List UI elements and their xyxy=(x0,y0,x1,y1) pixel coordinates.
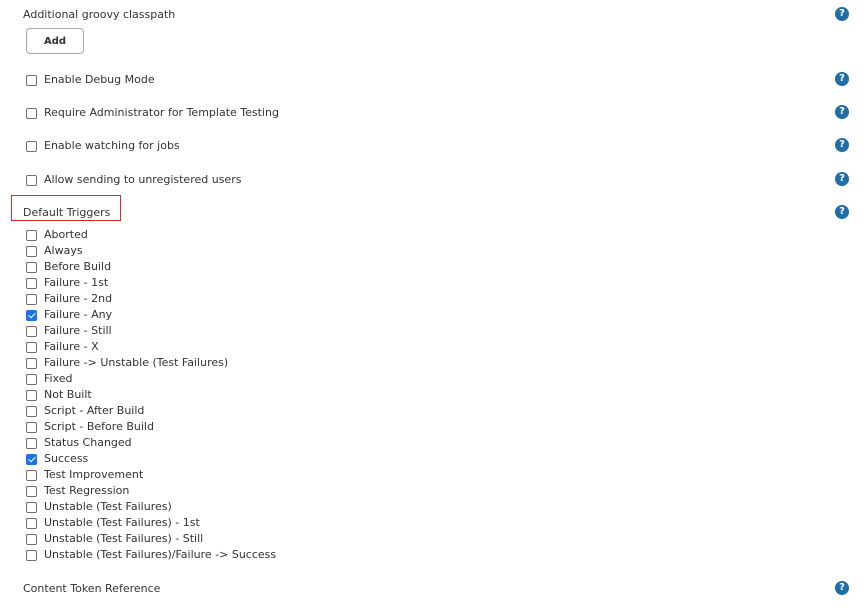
option-help-icon[interactable]: ? xyxy=(835,105,849,119)
trigger-checkbox[interactable] xyxy=(26,406,37,417)
groovy-classpath-label: Additional groovy classpath xyxy=(23,8,176,21)
trigger-label: Script - Before Build xyxy=(44,420,154,433)
trigger-label: Failure - X xyxy=(44,340,99,353)
trigger-checkbox[interactable] xyxy=(26,246,37,257)
trigger-label: Failure - 1st xyxy=(44,276,109,289)
option-checkbox[interactable] xyxy=(26,175,37,186)
option-label: Enable watching for jobs xyxy=(44,139,180,152)
trigger-label: Failure - Any xyxy=(44,308,113,321)
trigger-checkbox[interactable] xyxy=(26,534,37,545)
option-checkbox[interactable] xyxy=(26,108,37,119)
option-help-icon[interactable]: ? xyxy=(835,172,849,186)
option-label: Enable Debug Mode xyxy=(44,73,155,86)
option-label: Allow sending to unregistered users xyxy=(44,173,242,186)
trigger-label: Failure -> Unstable (Test Failures) xyxy=(44,356,229,369)
trigger-checkbox[interactable] xyxy=(26,358,37,369)
trigger-label: Success xyxy=(44,452,89,465)
trigger-label: Status Changed xyxy=(44,436,132,449)
trigger-label: Failure - Still xyxy=(44,324,112,337)
trigger-label: Aborted xyxy=(44,228,88,241)
trigger-checkbox[interactable] xyxy=(26,310,37,321)
default-triggers-help-icon[interactable]: ? xyxy=(835,205,849,219)
option-checkbox[interactable] xyxy=(26,141,37,152)
content-token-reference-label: Content Token Reference xyxy=(23,582,161,595)
trigger-label: Unstable (Test Failures)/Failure -> Succ… xyxy=(44,548,277,561)
trigger-checkbox[interactable] xyxy=(26,278,37,289)
trigger-checkbox[interactable] xyxy=(26,550,37,561)
trigger-label: Unstable (Test Failures) xyxy=(44,500,172,513)
add-classpath-button[interactable]: Add xyxy=(26,28,84,54)
option-help-icon[interactable]: ? xyxy=(835,72,849,86)
trigger-checkbox[interactable] xyxy=(26,230,37,241)
trigger-checkbox[interactable] xyxy=(26,470,37,481)
trigger-label: Before Build xyxy=(44,260,112,273)
default-triggers-label: Default Triggers xyxy=(23,206,111,219)
trigger-checkbox[interactable] xyxy=(26,326,37,337)
trigger-checkbox[interactable] xyxy=(26,294,37,305)
classpath-help-icon[interactable]: ? xyxy=(835,7,849,21)
trigger-checkbox[interactable] xyxy=(26,438,37,449)
option-help-icon[interactable]: ? xyxy=(835,138,849,152)
option-label: Require Administrator for Template Testi… xyxy=(44,106,279,119)
content-token-help-icon[interactable]: ? xyxy=(835,581,849,595)
trigger-checkbox[interactable] xyxy=(26,486,37,497)
trigger-label: Always xyxy=(44,244,83,257)
trigger-checkbox[interactable] xyxy=(26,502,37,513)
trigger-checkbox[interactable] xyxy=(26,518,37,529)
trigger-label: Fixed xyxy=(44,372,73,385)
trigger-checkbox[interactable] xyxy=(26,390,37,401)
trigger-checkbox[interactable] xyxy=(26,422,37,433)
trigger-label: Not Built xyxy=(44,388,92,401)
trigger-label: Script - After Build xyxy=(44,404,145,417)
trigger-label: Test Improvement xyxy=(44,468,144,481)
trigger-label: Unstable (Test Failures) - Still xyxy=(44,532,204,545)
trigger-label: Unstable (Test Failures) - 1st xyxy=(44,516,200,529)
trigger-checkbox[interactable] xyxy=(26,454,37,465)
option-checkbox[interactable] xyxy=(26,75,37,86)
trigger-checkbox[interactable] xyxy=(26,374,37,385)
trigger-checkbox[interactable] xyxy=(26,262,37,273)
trigger-label: Test Regression xyxy=(44,484,130,497)
trigger-checkbox[interactable] xyxy=(26,342,37,353)
trigger-label: Failure - 2nd xyxy=(44,292,113,305)
